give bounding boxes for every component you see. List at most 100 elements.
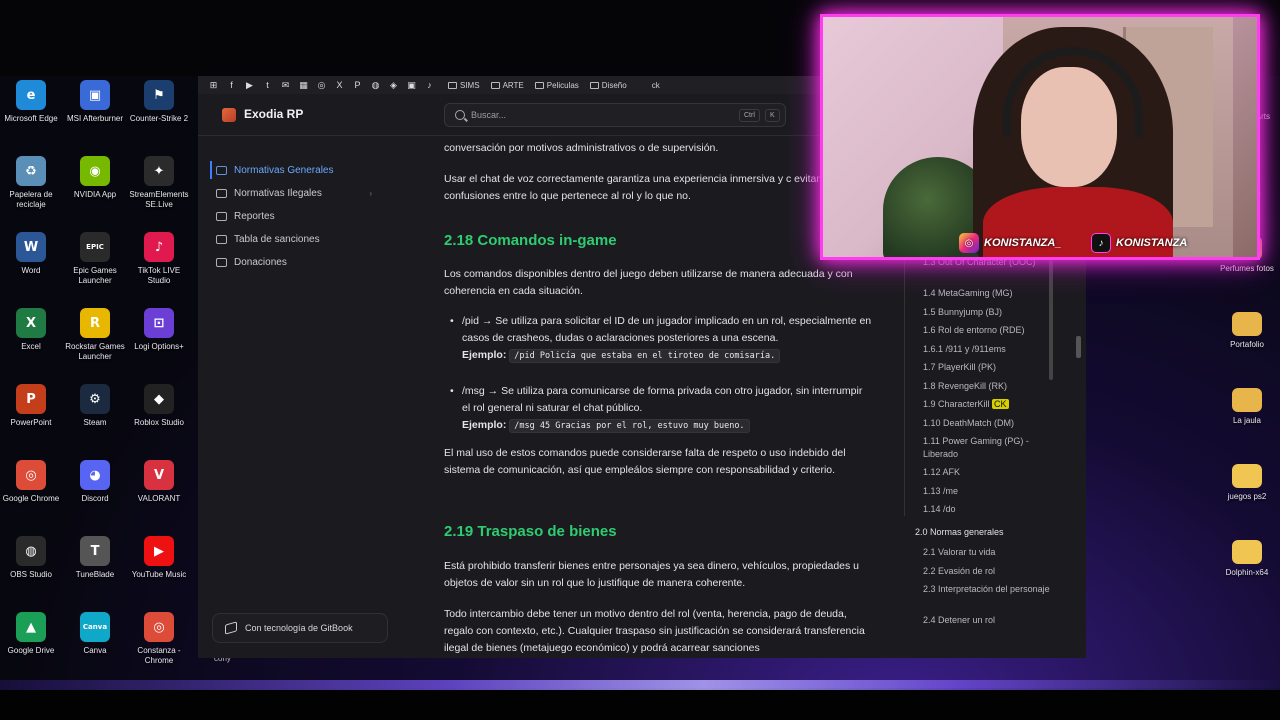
- desktop-icon[interactable]: V VALORANT: [126, 460, 192, 504]
- desktop-icon[interactable]: T TuneBlade: [62, 536, 128, 580]
- bookmark-icon[interactable]: f: [224, 79, 239, 91]
- toc-item-label: 2.3 Interpretación del personaje: [923, 584, 1050, 594]
- folder-icon: [1232, 464, 1262, 488]
- desktop-icon[interactable]: ◉ NVIDIA App: [62, 156, 128, 200]
- bookmark-icon[interactable]: ▦: [296, 79, 311, 91]
- bookmark-icon[interactable]: X: [332, 79, 347, 91]
- desktop-folder[interactable]: Portafolio: [1214, 312, 1280, 350]
- toc-item[interactable]: 2.2 Evasión de rol: [923, 565, 1053, 578]
- app-icon: ◍: [16, 536, 46, 566]
- desktop-folder[interactable]: juegos ps2: [1214, 464, 1280, 502]
- chevron-right-icon[interactable]: ›: [369, 189, 372, 198]
- desktop-icon[interactable]: EPIC Epic Games Launcher: [62, 232, 128, 286]
- desktop-icon-label: Word: [21, 266, 41, 275]
- bookmark-icon[interactable]: ◍: [368, 79, 383, 91]
- example-label: Ejemplo:: [462, 419, 507, 431]
- bookmark-label[interactable]: ck: [652, 81, 660, 90]
- desktop-icon[interactable]: Canva Canva: [62, 612, 128, 656]
- desktop-icon[interactable]: ◕ Discord: [62, 460, 128, 504]
- bookmark-icon[interactable]: ▣: [404, 79, 419, 91]
- desktop-icon[interactable]: ⚙ Steam: [62, 384, 128, 428]
- bookmark-icon[interactable]: ⊞: [206, 79, 221, 91]
- bookmark-icon[interactable]: ✉: [278, 79, 293, 91]
- desktop-folder[interactable]: La jaula: [1214, 388, 1280, 426]
- toc-item[interactable]: 1.11 Power Gaming (PG) - Liberado: [923, 435, 1053, 461]
- desktop-icon[interactable]: e Microsoft Edge: [0, 80, 64, 124]
- bookmark-folder[interactable]: SIMS: [448, 81, 480, 90]
- desktop-icon-label: Microsoft Edge: [4, 114, 58, 123]
- heading-2-19[interactable]: 2.19 Traspaso de bienes: [444, 523, 617, 540]
- toc-item[interactable]: 1.7 PlayerKill (PK): [923, 361, 1053, 374]
- desktop-icon[interactable]: ▲ Google Drive: [0, 612, 64, 656]
- sidebar-item-tabla-sanciones[interactable]: Tabla de sanciones: [216, 230, 386, 248]
- toc-item[interactable]: 2.3 Interpretación del personaje: [923, 583, 1053, 596]
- heading-2-18[interactable]: 2.18 Comandos in-game: [444, 232, 617, 249]
- desktop-icon-label: Steam: [83, 418, 107, 427]
- desktop-icon[interactable]: X Excel: [0, 308, 64, 352]
- toc-item[interactable]: 1.6 Rol de entorno (RDE): [923, 324, 1053, 337]
- desktop-folder[interactable]: Dolphin-x64: [1214, 540, 1280, 578]
- toc-item-label: 1.13 /me: [923, 485, 959, 496]
- toc-guide-line: [904, 256, 905, 516]
- desktop-icon[interactable]: ♪ TikTok LIVE Studio: [126, 232, 192, 286]
- toc-item[interactable]: 1.12 AFK: [923, 466, 1053, 479]
- bookmark-folder[interactable]: ARTE: [490, 81, 524, 90]
- search-box[interactable]: Ctrl K: [444, 103, 786, 127]
- highlight-badge: CK: [992, 399, 1009, 409]
- gitbook-badge[interactable]: Con tecnología de GitBook: [212, 613, 388, 643]
- desktop-icon-label: MSI Afterburner: [66, 114, 124, 123]
- bookmark-icon[interactable]: ◈: [386, 79, 401, 91]
- bookmark-folder[interactable]: Diseño: [589, 81, 627, 90]
- bookmark-folder[interactable]: Peliculas: [534, 81, 579, 90]
- toc-item-label: 1.8 RevengeKill (RK): [923, 380, 1008, 391]
- sidebar-item-reportes[interactable]: Reportes: [216, 207, 386, 225]
- folder-icon: [1232, 312, 1262, 336]
- site-title[interactable]: Exodia RP: [244, 107, 303, 121]
- app-icon: ✦: [144, 156, 174, 186]
- bookmark-icon[interactable]: P: [350, 79, 365, 91]
- app-icon: W: [16, 232, 46, 262]
- page-scrollbar[interactable]: [1076, 336, 1081, 358]
- app-icon: X: [16, 308, 46, 338]
- desktop-icon[interactable]: R Rockstar Games Launcher: [62, 308, 128, 362]
- toc-item[interactable]: 1.4 MetaGaming (MG): [923, 287, 1053, 300]
- desktop-icon[interactable]: ⚑ Counter-Strike 2: [126, 80, 192, 124]
- desktop-icon[interactable]: ✦ StreamElements SE.Live: [126, 156, 192, 210]
- toc-item[interactable]: 1.8 RevengeKill (RK): [923, 380, 1053, 393]
- bookmark-icon[interactable]: ◎: [314, 79, 329, 91]
- toc-item[interactable]: 1.10 DeathMatch (DM): [923, 417, 1053, 430]
- desktop-icon[interactable]: ▶ YouTube Music: [126, 536, 192, 580]
- bookmark-icon[interactable]: t: [260, 79, 275, 91]
- desktop-icon[interactable]: P PowerPoint: [0, 384, 64, 428]
- toc-section[interactable]: 2.0 Normas generales: [915, 526, 1045, 539]
- toc-item[interactable]: 1.13 /me: [923, 485, 1053, 498]
- exodia-logo-icon[interactable]: [222, 108, 236, 122]
- desktop-icon[interactable]: ◆ Roblox Studio: [126, 384, 192, 428]
- list-item: /msg → Se utiliza para comunicarse de fo…: [450, 383, 872, 435]
- toc-item[interactable]: 1.14 /do: [923, 503, 1053, 516]
- desktop-icon[interactable]: ⊡ Logi Options+: [126, 308, 192, 352]
- desktop-icon[interactable]: W Word: [0, 232, 64, 276]
- search-input[interactable]: [471, 107, 711, 123]
- desktop-icon-label: OBS Studio: [10, 570, 52, 579]
- bookmark-icon[interactable]: ▶: [242, 79, 257, 91]
- desktop-icon[interactable]: ◎ Constanza - Chrome: [126, 612, 192, 666]
- toc-item[interactable]: 2.4 Detener un rol: [923, 614, 1053, 627]
- desktop-icon[interactable]: ♻ Papelera de reciclaje: [0, 156, 64, 210]
- sidebar-item-normativas-ilegales[interactable]: Normativas Ilegales ›: [216, 184, 386, 202]
- toc-item[interactable]: 1.5 Bunnyjump (BJ): [923, 306, 1053, 319]
- sidebar-item-donaciones[interactable]: Donaciones: [216, 253, 386, 271]
- paragraph: El mal uso de estos comandos puede consi…: [444, 447, 846, 476]
- bookmark-icon[interactable]: ♪: [422, 79, 437, 91]
- desktop-icon[interactable]: ▣ MSI Afterburner: [62, 80, 128, 124]
- desktop-icon[interactable]: ◍ OBS Studio: [0, 536, 64, 580]
- toc-item[interactable]: 2.1 Valorar tu vida: [923, 546, 1053, 559]
- sidebar-item-normativas-generales[interactable]: Normativas Generales: [216, 161, 386, 179]
- toc-item[interactable]: 1.6.1 /911 y /911ems: [923, 343, 1053, 356]
- desktop-icon[interactable]: ◎ Google Chrome: [0, 460, 64, 504]
- desktop-icon-label: StreamElements SE.Live: [129, 190, 189, 209]
- app-icon: P: [16, 384, 46, 414]
- toc-item[interactable]: 1.9 CharacterKill CK: [923, 398, 1053, 411]
- app-icon: ◆: [144, 384, 174, 414]
- webcam-overlay: ◎ KONISTANZA_ ♪ KONISTANZA: [820, 14, 1260, 260]
